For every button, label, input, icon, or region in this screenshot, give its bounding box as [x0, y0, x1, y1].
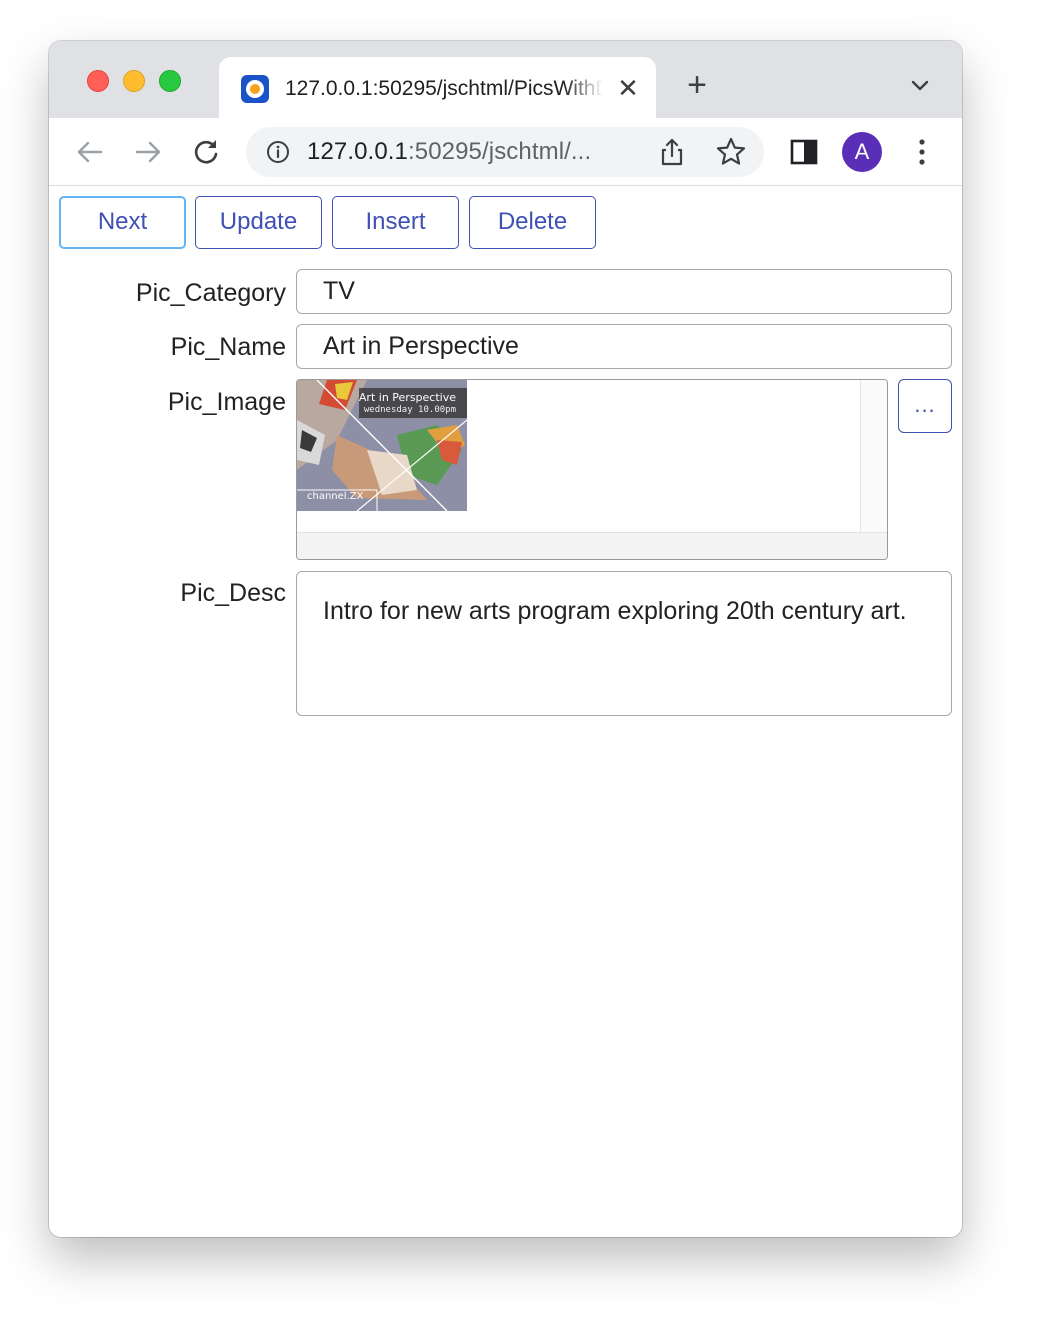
side-panel-icon[interactable]	[787, 135, 821, 169]
zoom-window-button[interactable]	[159, 70, 181, 92]
pic-name-field[interactable]: Art in Perspective	[296, 324, 952, 369]
browse-image-button[interactable]: ...	[898, 379, 952, 433]
pic-desc-textarea[interactable]: Intro for new arts program exploring 20t…	[296, 571, 952, 716]
browser-tab[interactable]: 127.0.0.1:50295/jschtml/PicsWithDescript…	[219, 57, 656, 118]
next-button[interactable]: Next	[59, 196, 186, 249]
pic-image-box[interactable]: Art in Perspective wednesday 10.00pm cha…	[296, 379, 888, 560]
url-host: 127.0.0.1	[307, 138, 408, 165]
pic-image-label: Pic_Image	[167, 388, 286, 416]
more-vert-icon[interactable]	[905, 135, 939, 169]
new-tab-button[interactable]: +	[681, 68, 713, 102]
thumbnail-subtitle: wednesday 10.00pm	[363, 405, 456, 415]
close-window-button[interactable]	[87, 70, 109, 92]
minimize-window-button[interactable]	[123, 70, 145, 92]
browser-window: 127.0.0.1:50295/jschtml/PicsWithDescript…	[49, 41, 962, 1237]
url-path: :50295/jschtml/...	[408, 138, 592, 165]
favicon-icon	[241, 75, 269, 103]
browser-toolbar: 127.0.0.1:50295/jschtml/... A	[49, 118, 962, 186]
tab-strip: 127.0.0.1:50295/jschtml/PicsWithDescript…	[49, 41, 962, 118]
vertical-scrollbar[interactable]	[860, 380, 887, 533]
thumbnail-title: Art in Perspective	[358, 391, 456, 404]
reload-icon[interactable]	[189, 135, 223, 169]
bookmark-star-icon[interactable]	[714, 135, 748, 169]
info-icon[interactable]	[266, 140, 290, 164]
insert-button[interactable]: Insert	[332, 196, 459, 249]
tab-close-icon[interactable]: ✕	[614, 74, 642, 102]
pic-name-label: Pic_Name	[170, 333, 286, 361]
pic-desc-label: Pic_Desc	[180, 579, 286, 607]
profile-avatar[interactable]: A	[842, 132, 882, 172]
back-arrow-icon[interactable]	[73, 135, 107, 169]
url-text[interactable]: 127.0.0.1:50295/jschtml/...	[307, 137, 591, 167]
pic-category-label: Pic_Category	[135, 279, 286, 307]
page-content: Next Update Insert Delete Pic_Category T…	[49, 186, 962, 1237]
thumbnail-channel: channel.ZX	[307, 491, 364, 502]
pic-image-thumbnail: Art in Perspective wednesday 10.00pm cha…	[297, 380, 467, 511]
address-bar[interactable]: 127.0.0.1:50295/jschtml/...	[246, 127, 764, 177]
forward-arrow-icon[interactable]	[131, 135, 165, 169]
update-button[interactable]: Update	[195, 196, 322, 249]
tab-list-chevron-icon[interactable]	[907, 75, 933, 97]
delete-button[interactable]: Delete	[469, 196, 596, 249]
pic-category-field[interactable]: TV	[296, 269, 952, 314]
horizontal-scrollbar[interactable]	[297, 532, 887, 559]
share-icon[interactable]	[655, 135, 689, 169]
tab-title: 127.0.0.1:50295/jschtml/PicsWithDescript…	[285, 77, 603, 100]
